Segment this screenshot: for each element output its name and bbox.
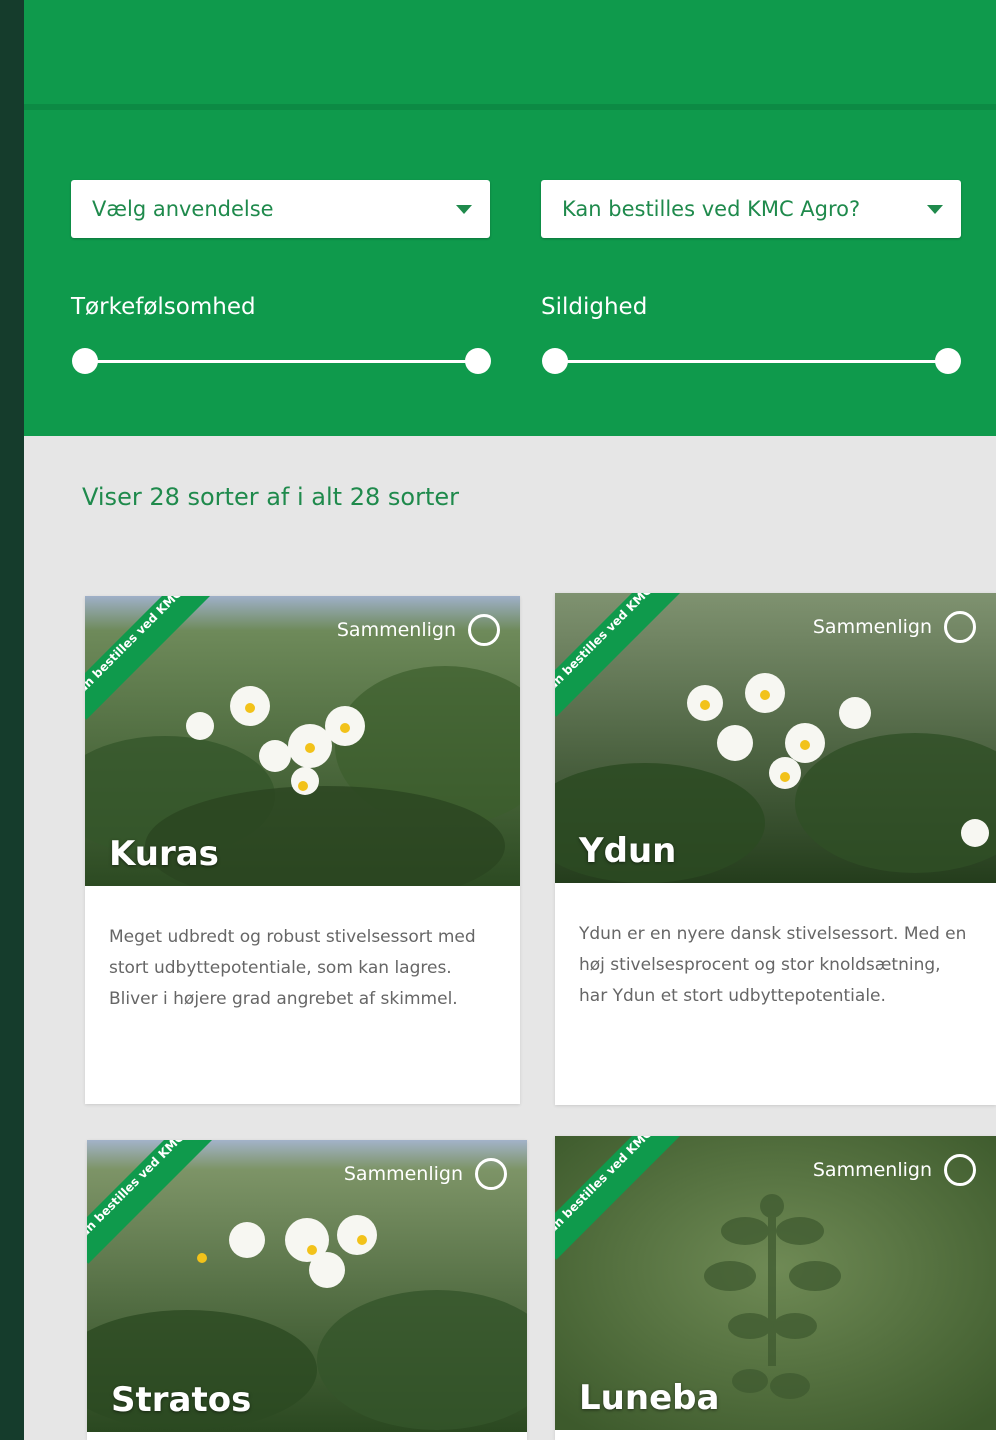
variety-photo: Kan bestilles ved KMC Agro Sammenlign Lu…: [555, 1136, 996, 1430]
drought-slider-label: Tørkefølsomhed: [71, 294, 256, 320]
compare-circle-icon[interactable]: [944, 1154, 976, 1186]
drought-slider-max-handle[interactable]: [465, 348, 491, 374]
compare-label: Sammenlign: [812, 616, 932, 638]
variety-card-ydun[interactable]: Kan bestilles ved KMC Agro Sammenlign Yd…: [555, 593, 996, 1105]
compare-label: Sammenlign: [336, 619, 456, 641]
lateness-slider-label: Sildighed: [541, 294, 648, 320]
chevron-down-icon: [927, 205, 943, 214]
compare-circle-icon[interactable]: [475, 1158, 507, 1190]
variety-photo: Kan bestilles ved KMC Agro Sammenlign Yd…: [555, 593, 996, 883]
left-dark-strip: [0, 0, 24, 1440]
compare-circle-icon[interactable]: [468, 614, 500, 646]
compare-label: Sammenlign: [812, 1159, 932, 1181]
compare-toggle[interactable]: Sammenlign: [344, 1158, 507, 1190]
variety-card-stratos[interactable]: Kan bestilles ved KMC Agro Sammenlign St…: [87, 1140, 527, 1440]
variety-name: Stratos: [111, 1380, 252, 1420]
use-select-label: Vælg anvendelse: [92, 197, 274, 221]
results-count: Viser 28 sorter af i alt 28 sorter: [82, 483, 459, 511]
use-select[interactable]: Vælg anvendelse: [71, 180, 490, 238]
drought-slider-min-handle[interactable]: [72, 348, 98, 374]
chevron-down-icon: [456, 205, 472, 214]
variety-description: Ydun er en nyere dansk stivelsessort. Me…: [579, 924, 967, 1006]
header-bar: [24, 0, 996, 104]
compare-toggle[interactable]: Sammenlign: [813, 1154, 976, 1186]
drought-slider-track[interactable]: [85, 360, 478, 363]
variety-card-kuras[interactable]: Kan bestilles ved KMC Agro Sammenlign Ku…: [85, 596, 520, 1104]
variety-name: Ydun: [579, 831, 677, 871]
variety-photo: Kan bestilles ved KMC Agro Sammenlign Ku…: [85, 596, 520, 886]
variety-photo: Kan bestilles ved KMC Agro Sammenlign St…: [87, 1140, 527, 1432]
lateness-slider-track[interactable]: [555, 360, 948, 363]
variety-description: Meget udbredt og robust stivelsessort me…: [109, 927, 476, 1009]
filter-panel: [24, 110, 996, 436]
compare-label: Sammenlign: [343, 1163, 463, 1185]
order-select[interactable]: Kan bestilles ved KMC Agro?: [541, 180, 961, 238]
compare-toggle[interactable]: Sammenlign: [813, 611, 976, 643]
lateness-slider-max-handle[interactable]: [935, 348, 961, 374]
variety-name: Kuras: [109, 834, 219, 874]
order-select-label: Kan bestilles ved KMC Agro?: [562, 197, 861, 221]
variety-name: Luneba: [579, 1378, 720, 1418]
variety-card-luneba[interactable]: Kan bestilles ved KMC Agro Sammenlign Lu…: [555, 1136, 996, 1440]
lateness-slider-min-handle[interactable]: [542, 348, 568, 374]
compare-toggle[interactable]: Sammenlign: [337, 614, 500, 646]
compare-circle-icon[interactable]: [944, 611, 976, 643]
